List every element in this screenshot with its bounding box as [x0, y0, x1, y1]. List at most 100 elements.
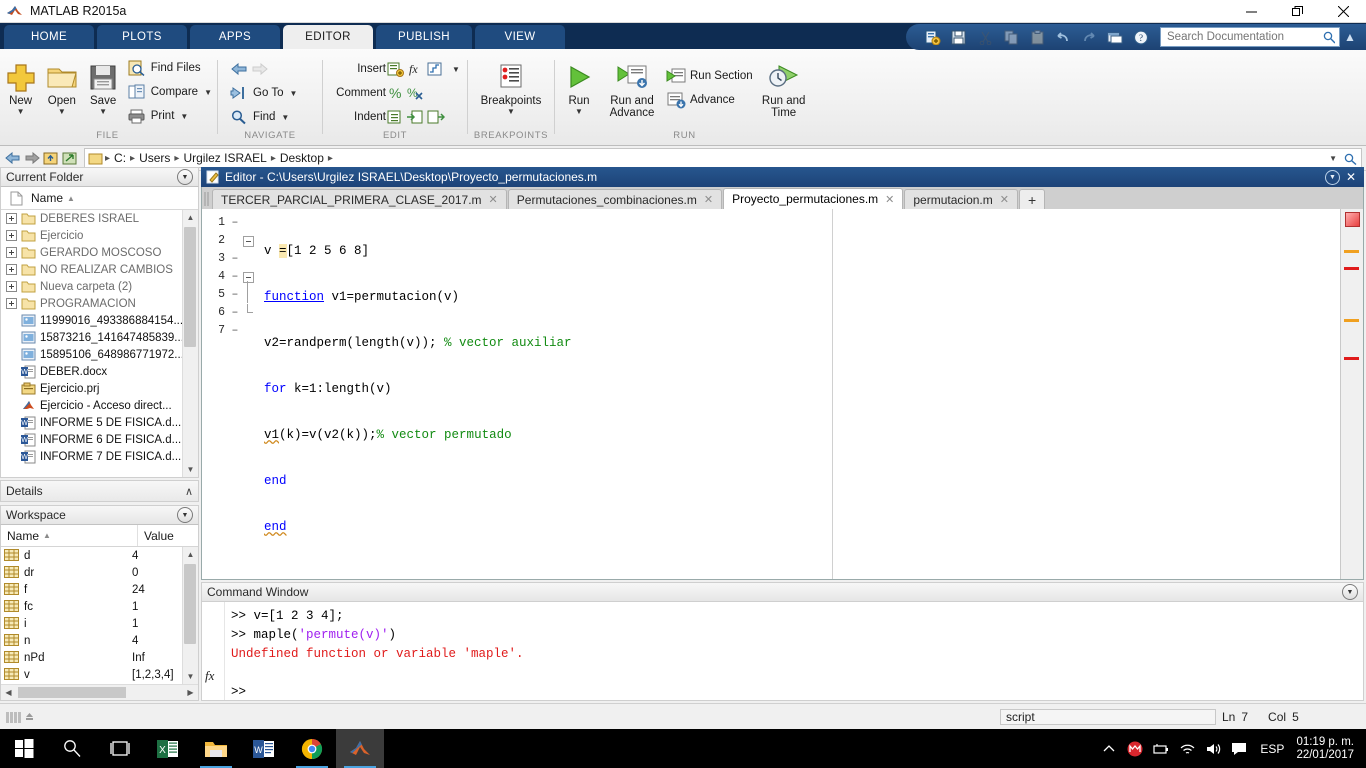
run-and-advance-button[interactable]: Run and Advance [601, 54, 663, 119]
table-row[interactable]: v [1,2,3,4] [1, 666, 198, 683]
analyzer-warning-mark[interactable] [1344, 319, 1359, 322]
help-icon[interactable]: ? [1130, 27, 1152, 47]
go-to-button[interactable]: Go To ▼ [226, 81, 300, 105]
ribbon-tab-view[interactable]: VIEW [475, 25, 566, 49]
wifi-icon[interactable] [1174, 729, 1200, 768]
list-item[interactable]: NO REALIZAR CAMBIOS [1, 261, 198, 278]
scroll-up-icon[interactable]: ▲ [183, 547, 198, 562]
editor-tab-tercer-parcial[interactable]: TERCER_PARCIAL_PRIMERA_CLASE_2017.m ✕ [212, 189, 507, 209]
tray-chevron-icon[interactable] [1096, 729, 1122, 768]
indent-right-icon[interactable] [406, 108, 426, 126]
list-item[interactable]: GERARDO MOSCOSO [1, 244, 198, 261]
compare-caret[interactable]: ▼ [204, 88, 212, 97]
list-item[interactable]: W DEBER.docx [1, 363, 198, 380]
nav-browse-folder-icon[interactable] [61, 149, 79, 167]
list-item[interactable]: 11999016_493386884154... [1, 312, 198, 329]
expand-icon[interactable] [5, 229, 18, 242]
current-folder-list[interactable]: DEBERES ISRAEL Ejercicio GERARDO MOSCOSO… [1, 210, 198, 477]
table-row[interactable]: i1 [1, 615, 198, 632]
new-button-caret[interactable]: ▼ [17, 108, 25, 116]
nav-up-folder-icon[interactable] [42, 149, 60, 167]
battery-icon[interactable] [1148, 729, 1174, 768]
workspace-options-icon[interactable]: ▼ [177, 507, 193, 523]
path-search-icon[interactable] [1343, 152, 1358, 165]
table-row[interactable]: dr 0 [1, 564, 198, 581]
close-button[interactable] [1320, 0, 1366, 22]
code-fold-gutter[interactable] [242, 209, 256, 579]
go-to-caret[interactable]: ▼ [289, 89, 297, 98]
list-item[interactable]: W INFORME 5 DE FÍSICA.d... [1, 414, 198, 431]
command-prompt[interactable]: >> [231, 683, 1363, 700]
editor-code-area[interactable]: 1 2 3 4 5 6 7 – – – – – – v =[1 2 5 6 8]… [201, 209, 1364, 580]
minimize-button[interactable] [1228, 0, 1274, 22]
tab-close-icon[interactable]: ✕ [1000, 193, 1009, 206]
run-button-caret[interactable]: ▼ [575, 108, 583, 116]
list-item[interactable]: Ejercicio - Acceso direct... [1, 397, 198, 414]
scroll-down-icon[interactable]: ▼ [183, 462, 198, 477]
command-window-output[interactable]: >> v=[1 2 3 4]; >> maple('permute(v)') U… [225, 602, 1363, 700]
ribbon-tab-apps[interactable]: APPS [190, 25, 280, 49]
taskbar-word[interactable]: W [240, 729, 288, 768]
analyzer-error-mark[interactable] [1344, 357, 1359, 360]
breakpoints-button[interactable]: Breakpoints ▼ [470, 54, 552, 116]
command-window-body[interactable]: fx >> v=[1 2 3 4]; >> maple('permute(v)'… [201, 602, 1364, 701]
indent-left-icon[interactable] [426, 108, 446, 126]
table-row[interactable]: nPd Inf [1, 649, 198, 666]
path-breadcrumb-bar[interactable]: ▸ C: ▸ Users ▸ Urgilez ISRAEL ▸ Desktop … [84, 148, 1362, 168]
scrollbar-thumb[interactable] [184, 227, 196, 347]
status-bar-resize-grip[interactable] [0, 710, 66, 724]
ribbon-tab-plots[interactable]: PLOTS [97, 25, 187, 49]
breadcrumb-user[interactable]: Urgilez ISRAEL [180, 151, 269, 165]
analyzer-error-mark[interactable] [1344, 267, 1359, 270]
scroll-up-icon[interactable]: ▲ [183, 210, 198, 225]
editor-tab-proyecto-permutaciones[interactable]: Proyecto_permutaciones.m ✕ [723, 188, 904, 209]
uncomment-icon[interactable]: % [406, 84, 426, 102]
list-item[interactable]: Nueva carpeta (2) [1, 278, 198, 295]
save-icon[interactable] [948, 27, 970, 47]
save-button[interactable]: Save ▼ [83, 54, 124, 116]
taskbar-search[interactable] [48, 729, 96, 768]
expand-icon[interactable] [5, 297, 18, 310]
editor-tab-permutacion[interactable]: permutacion.m ✕ [904, 189, 1018, 209]
editor-close-icon[interactable]: ✕ [1346, 171, 1356, 183]
current-folder-options-icon[interactable]: ▼ [177, 169, 193, 185]
expand-icon[interactable] [5, 246, 18, 259]
comment-row[interactable]: Comment % % [325, 81, 463, 105]
ribbon-tab-publish[interactable]: PUBLISH [376, 25, 473, 49]
scroll-down-icon[interactable]: ▼ [183, 669, 198, 684]
indent-row[interactable]: Indent [325, 105, 463, 129]
list-item[interactable]: W INFORME 7 DE FÍSICA.d... [1, 448, 198, 465]
breakpoints-caret[interactable]: ▼ [507, 108, 515, 116]
back-arrow-icon[interactable] [229, 60, 249, 78]
comment-percent-icon[interactable]: % [386, 84, 406, 102]
run-button[interactable]: Run ▼ [557, 54, 601, 116]
breadcrumb-users[interactable]: Users [136, 151, 173, 165]
list-item[interactable]: PROGRAMACION [1, 295, 198, 312]
scrollbar-thumb[interactable] [184, 564, 196, 644]
workspace-scrollbar[interactable]: ▲ ▼ [182, 547, 198, 684]
new-script-icon[interactable] [922, 27, 944, 47]
list-item[interactable]: DEBERES ISRAEL [1, 210, 198, 227]
list-item[interactable]: 15895106_648986771972... [1, 346, 198, 363]
fi-icon[interactable] [426, 60, 446, 78]
mega-icon[interactable] [1122, 729, 1148, 768]
taskbar-matlab[interactable] [336, 729, 384, 768]
navigate-arrows[interactable] [226, 57, 300, 81]
print-caret[interactable]: ▼ [180, 112, 188, 121]
advance-button[interactable]: Advance [663, 88, 756, 112]
list-item[interactable]: W INFORME 6 DE FÍSICA.d... [1, 431, 198, 448]
tab-close-icon[interactable]: ✕ [489, 193, 498, 206]
nav-forward-icon[interactable] [23, 149, 41, 167]
indent-icon[interactable] [386, 108, 406, 126]
breadcrumb-c[interactable]: C: [111, 151, 129, 165]
clock[interactable]: 01:19 p. m. 22/01/2017 [1296, 736, 1354, 762]
list-item[interactable]: 15873216_141647485839... [1, 329, 198, 346]
taskbar-excel[interactable]: X [144, 729, 192, 768]
breadcrumb-dropdown-icon[interactable]: ▼ [1323, 154, 1343, 163]
table-row[interactable]: fc 1 [1, 598, 198, 615]
list-item[interactable]: Ejercicio.prj [1, 380, 198, 397]
name-column-header[interactable]: Name ▲ [31, 191, 75, 205]
open-button-caret[interactable]: ▼ [58, 108, 66, 116]
ribbon-tab-home[interactable]: HOME [4, 25, 94, 49]
taskbar-explorer[interactable] [192, 729, 240, 768]
